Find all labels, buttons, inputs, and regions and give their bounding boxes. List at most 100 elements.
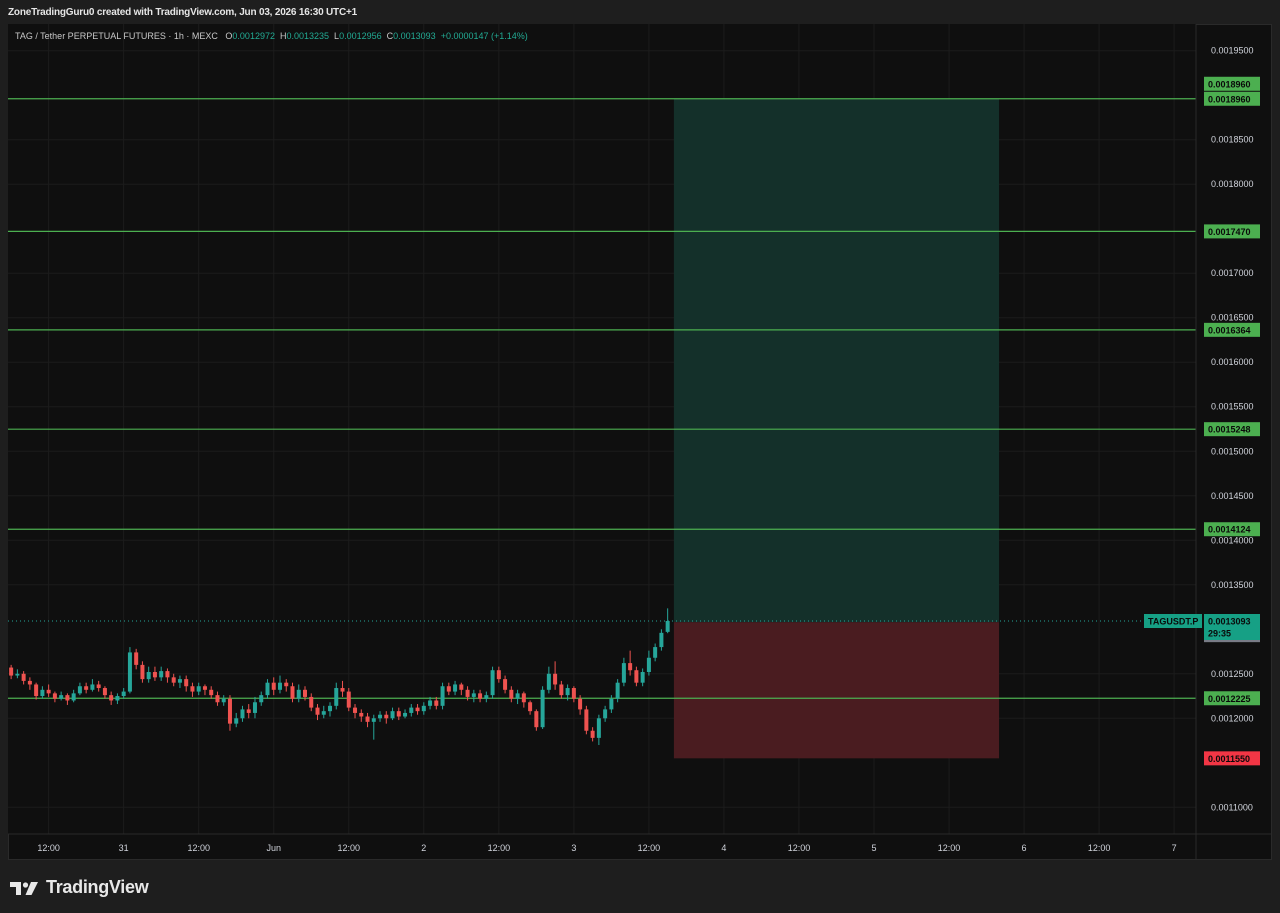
candle-body — [515, 693, 520, 699]
level-price-tag: 0.0012225 — [1204, 691, 1260, 706]
candle-body — [146, 672, 151, 680]
symbol-tag-text: TAGUSDT.P — [1148, 616, 1198, 626]
candle-body — [59, 695, 64, 699]
price-tick-label: 0.0014000 — [1211, 535, 1254, 545]
candle-body — [528, 702, 533, 712]
candle-body — [65, 695, 70, 701]
candle-body — [165, 671, 170, 678]
candle-body — [159, 671, 164, 678]
candle-body — [634, 670, 639, 683]
candle-body — [340, 688, 345, 692]
candle-body — [46, 689, 51, 694]
candle-body — [52, 693, 57, 699]
candle-body — [102, 688, 107, 696]
candle-body — [196, 686, 201, 692]
time-tick-label: 12:00 — [338, 843, 361, 853]
header-bar: ZoneTradingGuru0 created with TradingVie… — [0, 0, 1280, 24]
candle-body — [303, 689, 307, 697]
candle-body — [421, 705, 426, 712]
ohlc-legend: TAG / Tether PERPETUAL FUTURES · 1h · ME… — [15, 31, 528, 41]
candle-body — [615, 682, 620, 699]
last-price-tag-value: 0.0013093 — [1208, 616, 1251, 626]
profit-zone[interactable] — [673, 98, 1000, 623]
loss-zone[interactable] — [673, 622, 1000, 759]
time-axis[interactable]: 12:00 31 12:00 Jun 12:00 2 12:00 3 12:00 4 12:00 5 1… — [8, 833, 1272, 853]
target-price-tag: 0.0018960 — [1204, 76, 1260, 91]
candle-body — [321, 711, 326, 715]
footer-bar — [0, 860, 1280, 913]
candle-body — [409, 707, 414, 713]
candle-body — [77, 686, 82, 694]
price-tick-label: 0.0012000 — [1211, 713, 1254, 723]
candle-body — [171, 677, 176, 683]
price-tick-label: 0.0016000 — [1211, 357, 1254, 367]
time-tick-label: 5 — [871, 843, 876, 853]
time-tick-label: 12:00 — [488, 843, 511, 853]
price-tick-label: 0.0017000 — [1211, 268, 1254, 278]
candle-body — [640, 672, 645, 683]
candle-body — [478, 693, 483, 699]
candle-body — [90, 684, 95, 690]
change-value: +0.0000147 (+1.14%) — [440, 31, 528, 41]
candle-body — [415, 707, 420, 712]
candle-body — [134, 652, 139, 665]
level-price-tag-text: 0.0012225 — [1208, 694, 1251, 704]
candle — [440, 682, 445, 710]
candle-body — [534, 711, 539, 728]
time-tick-label: 12:00 — [187, 843, 210, 853]
candle-body — [152, 672, 157, 678]
candle-body — [371, 718, 376, 722]
position-zones[interactable] — [673, 98, 1000, 759]
candle-body — [215, 695, 220, 703]
time-tick-label: 4 — [721, 843, 726, 853]
candle-body — [628, 663, 633, 671]
candle-body — [353, 707, 358, 713]
candle-body — [209, 689, 214, 696]
candle-body — [346, 691, 351, 708]
candle-body — [127, 652, 132, 692]
candle-body — [227, 698, 232, 724]
candle-body — [71, 693, 76, 701]
level-price-tag: 0.0015248 — [1204, 422, 1260, 437]
brand-name: TradingView — [46, 877, 149, 897]
time-tick-label: 6 — [1022, 843, 1027, 853]
candle-body — [296, 689, 301, 699]
symbol-title: TAG / Tether PERPETUAL FUTURES · 1h · ME… — [15, 31, 218, 41]
candle-body — [571, 688, 576, 699]
candle-body — [9, 667, 14, 676]
candle-body — [290, 686, 295, 699]
candle-body — [434, 700, 439, 706]
target-price-tag-text: 0.0018960 — [1208, 79, 1251, 89]
time-tick-label: 31 — [119, 843, 129, 853]
candle-body — [115, 696, 120, 701]
candle-body — [384, 714, 389, 719]
candle-body — [621, 663, 626, 683]
low-value: 0.0012956 — [339, 31, 382, 41]
candle-body — [109, 695, 114, 701]
price-tick-label: 0.0012500 — [1211, 669, 1254, 679]
time-tick-label: 12:00 — [37, 843, 60, 853]
time-tick-label: 12:00 — [788, 843, 811, 853]
candle-body — [653, 647, 658, 658]
time-tick-label: 12:00 — [1088, 843, 1111, 853]
candle-body — [240, 709, 245, 719]
last-price-tag: 0.0013093 29:35 — [1204, 613, 1260, 640]
candle-body — [396, 711, 401, 717]
tradingview-brand[interactable]: TradingView — [10, 877, 149, 898]
price-chart[interactable]: 0.0019500 0.0018500 0.0018000 0.0017000 0.00… — [8, 24, 1272, 860]
candle — [490, 666, 495, 699]
candle-body — [184, 679, 189, 687]
candle-body — [403, 712, 408, 717]
candle-body — [390, 711, 395, 719]
candle-body — [96, 684, 101, 689]
price-axis[interactable]: 0.0019500 0.0018500 0.0018000 0.0017000 0.00… — [1195, 24, 1254, 860]
price-tick-label: 0.0018000 — [1211, 179, 1254, 189]
candle-body — [496, 670, 501, 680]
candle-body — [40, 689, 45, 697]
time-tick-label: 2 — [421, 843, 426, 853]
time-tick-label: 3 — [571, 843, 576, 853]
high-value: 0.0013235 — [286, 31, 330, 41]
candle — [540, 686, 545, 729]
candle-body — [334, 688, 339, 706]
candle-body — [365, 716, 370, 722]
